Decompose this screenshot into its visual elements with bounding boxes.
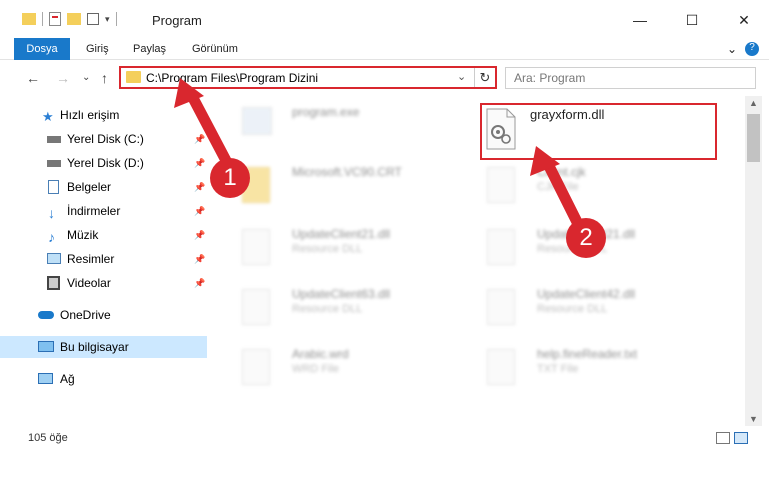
step-badge-1: 1 [210, 158, 250, 198]
step-badge-2: 2 [566, 218, 606, 258]
annotation-arrows [174, 78, 586, 234]
arrow-2-line [542, 158, 586, 234]
